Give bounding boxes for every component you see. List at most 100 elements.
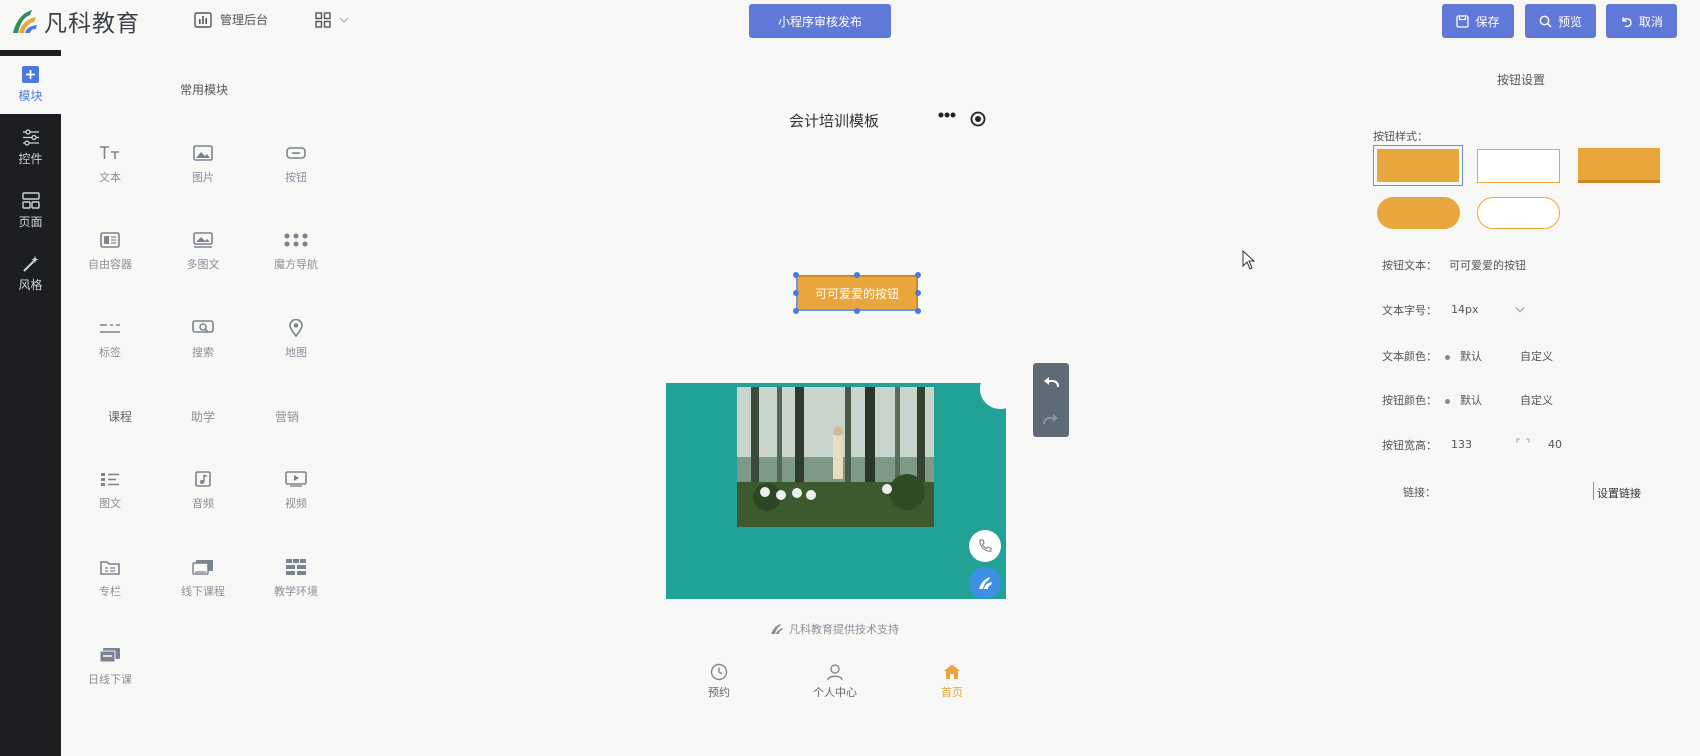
user-icon — [827, 664, 843, 681]
undo-icon — [1044, 376, 1059, 387]
module-article[interactable]: 图文 — [70, 468, 150, 518]
module-text[interactable]: 文本 — [70, 142, 150, 192]
font-size-select[interactable]: 14px — [1451, 303, 1525, 316]
more-icon[interactable] — [938, 112, 956, 118]
admin-label: 管理后台 — [220, 13, 269, 27]
style-option-filled[interactable] — [1373, 145, 1463, 186]
module-label: 魔方导航 — [274, 258, 318, 271]
cancel-label: 取消 — [1638, 14, 1663, 29]
module-video[interactable]: 视频 — [256, 468, 336, 518]
brand-icon — [979, 577, 992, 589]
plus-square-icon — [22, 66, 39, 83]
style-label: 按钮样式： — [1373, 130, 1428, 143]
text-input[interactable]: 可可爱爱的按钮 — [1449, 257, 1526, 273]
module-search[interactable]: 搜索 — [163, 317, 243, 367]
undo-icon — [1622, 16, 1632, 27]
clock-icon — [710, 663, 728, 681]
module-tag[interactable]: 标签 — [70, 317, 150, 367]
phone-icon — [979, 539, 992, 552]
module-teaching-env[interactable]: 教学环境 — [256, 556, 336, 606]
resize-handle[interactable] — [915, 308, 921, 314]
width-height-label: 按钮宽高： — [1382, 439, 1437, 452]
tab-booking[interactable]: 预约 — [679, 662, 759, 700]
button-color-custom-radio[interactable]: 自定义 — [1520, 392, 1553, 408]
banner-photo — [737, 387, 934, 527]
forest-image — [737, 387, 934, 527]
target-icon[interactable] — [970, 111, 986, 127]
nav-item-modules[interactable]: 模块 — [0, 56, 61, 114]
text-color-default-radio[interactable]: 默认 — [1445, 348, 1482, 364]
tab-profile[interactable]: 个人中心 — [795, 662, 875, 700]
preview-button[interactable]: 预览 — [1525, 4, 1596, 38]
selected-button[interactable]: 可可爱爱的按钮 — [797, 276, 917, 310]
module-label: 按钮 — [285, 171, 307, 184]
module-magic-nav[interactable]: 魔方导航 — [256, 229, 336, 279]
undo-button[interactable] — [1033, 363, 1069, 400]
text-color-custom-radio[interactable]: 自定义 — [1520, 348, 1553, 364]
module-label: 地图 — [285, 346, 307, 359]
module-label: 多图文 — [186, 258, 220, 271]
publish-button[interactable]: 小程序审核发布 — [749, 4, 891, 38]
module-label: 日线下课 — [88, 673, 132, 686]
tab-home[interactable]: 首页 — [912, 662, 992, 700]
module-label: 图文 — [99, 497, 121, 510]
nav-item-style[interactable]: 风格 — [0, 246, 61, 302]
module-column[interactable]: 专栏 — [70, 556, 150, 606]
module-button[interactable]: 按钮 — [256, 142, 336, 192]
module-multi-image[interactable]: 多图文 — [163, 229, 243, 279]
style-option-shadow[interactable] — [1578, 148, 1660, 183]
chevron-down-icon — [1515, 307, 1524, 313]
folder-icon — [100, 561, 120, 575]
resize-handle[interactable] — [854, 308, 860, 314]
nav-label: 控件 — [18, 152, 43, 166]
grid-dots-icon — [284, 233, 308, 247]
set-link-button[interactable]: 设置链接 — [1597, 485, 1641, 501]
style-option-outline[interactable] — [1477, 149, 1560, 183]
apps-grid-icon — [315, 12, 331, 28]
resize-handle[interactable] — [915, 290, 921, 296]
banner-block[interactable] — [666, 383, 1006, 599]
resize-handle[interactable] — [793, 308, 799, 314]
logo-icon — [13, 10, 37, 33]
width-input[interactable]: 133 — [1451, 438, 1472, 451]
style-option-rounded[interactable] — [1377, 197, 1460, 229]
cancel-button[interactable]: 取消 — [1606, 4, 1677, 38]
module-image[interactable]: 图片 — [163, 142, 243, 192]
redo-button[interactable] — [1033, 400, 1069, 437]
mouse-cursor-icon — [1242, 250, 1256, 270]
style-option-rounded-outline[interactable] — [1477, 197, 1560, 229]
nav-label: 模块 — [18, 89, 43, 103]
module-audio[interactable]: 音频 — [163, 468, 243, 518]
sliders-icon — [22, 129, 39, 146]
brand-float-button[interactable] — [969, 567, 1001, 599]
button-color-default-radio[interactable]: 默认 — [1445, 392, 1482, 408]
module-container[interactable]: 自由容器 — [70, 229, 150, 279]
tab-label: 预约 — [708, 686, 730, 699]
resize-handle[interactable] — [854, 272, 860, 278]
resize-handle[interactable] — [915, 272, 921, 278]
apps-menu[interactable] — [315, 12, 349, 28]
category-tab-course[interactable]: 课程 — [108, 408, 132, 425]
radio-label: 默认 — [1460, 350, 1482, 363]
admin-link[interactable]: 管理后台 — [194, 11, 268, 28]
tech-support: 凡科教育提供技术支持 — [770, 621, 899, 637]
phone-button[interactable] — [969, 530, 1001, 562]
resize-handle[interactable] — [793, 290, 799, 296]
category-tab-study[interactable]: 助学 — [191, 408, 215, 425]
search-icon — [192, 320, 214, 333]
chevron-down-icon — [339, 17, 349, 23]
nav-item-controls[interactable]: 控件 — [0, 120, 61, 176]
resize-handle[interactable] — [793, 272, 799, 278]
link-divider — [1593, 482, 1594, 500]
module-map[interactable]: 地图 — [256, 317, 336, 367]
nav-item-pages[interactable]: 页面 — [0, 183, 61, 239]
save-button[interactable]: 保存 — [1442, 4, 1514, 38]
height-input[interactable]: 40 — [1548, 438, 1562, 451]
logo[interactable]: 凡科教育 — [10, 4, 140, 38]
offline-course-icon — [192, 560, 213, 575]
module-offline-course[interactable]: 线下课程 — [163, 556, 243, 606]
module-offline-class[interactable]: 日线下课 — [70, 644, 150, 694]
font-size-value: 14px — [1451, 303, 1479, 316]
category-tab-marketing[interactable]: 营销 — [275, 408, 299, 425]
save-icon — [1456, 14, 1470, 28]
